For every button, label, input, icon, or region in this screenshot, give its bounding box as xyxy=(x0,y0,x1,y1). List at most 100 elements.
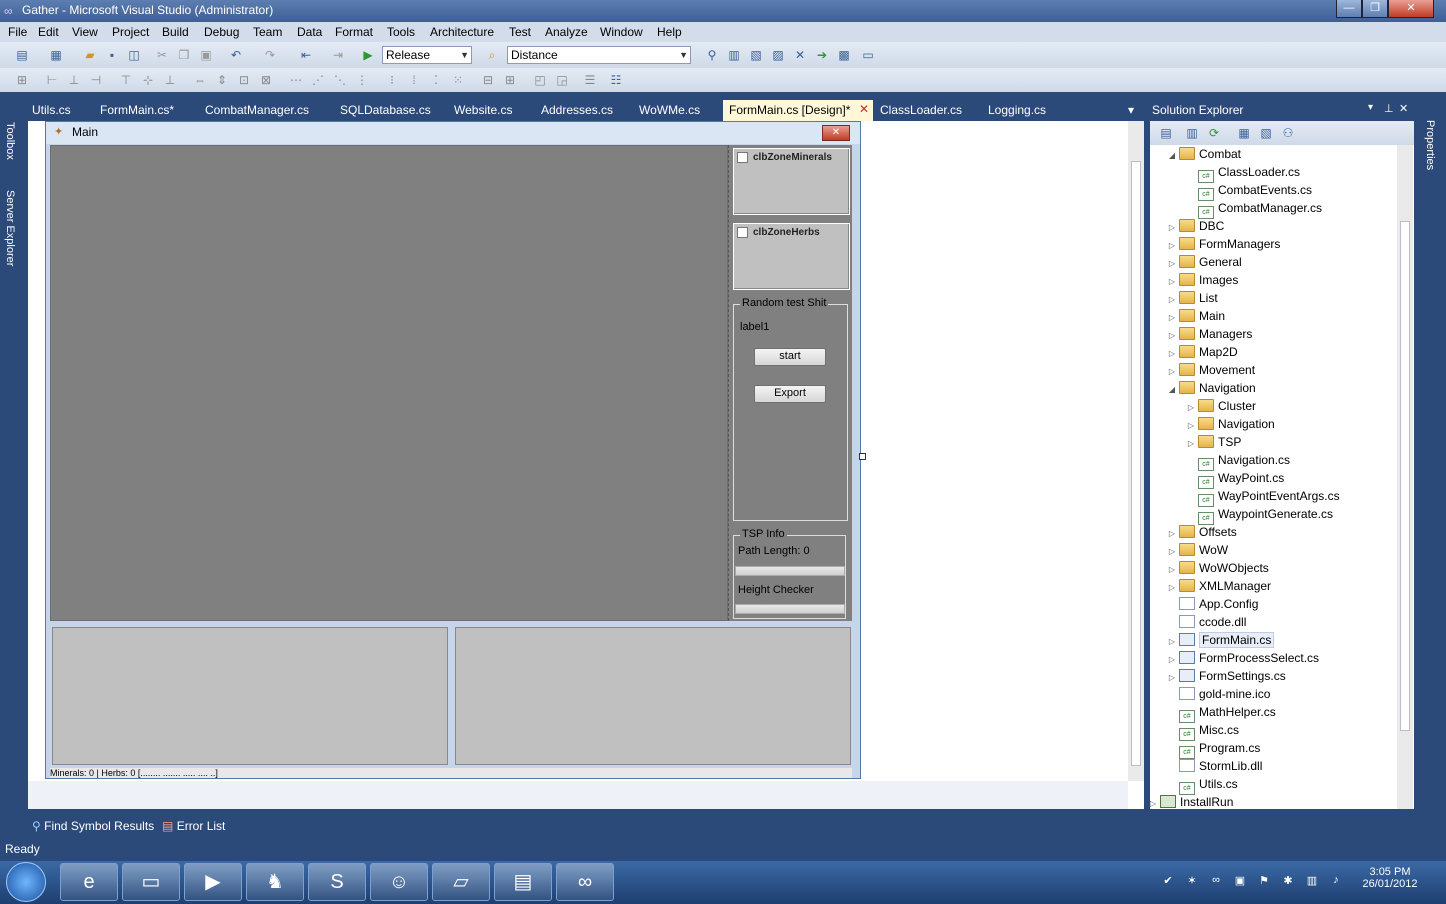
open-file-icon[interactable]: ▰ xyxy=(82,47,98,63)
object-browser-icon[interactable]: ▨ xyxy=(770,47,786,63)
tree-node[interactable]: c# MathHelper.cs xyxy=(1165,703,1276,723)
random-test-groupbox[interactable]: Random test Shit label1 start Export xyxy=(733,297,848,521)
expanded-arrow-icon[interactable]: ◢ xyxy=(1165,381,1179,399)
tree-node[interactable]: ccode.dll xyxy=(1165,613,1246,631)
toolbox-icon[interactable]: ✕ xyxy=(792,47,808,63)
bottom-right-panel[interactable] xyxy=(455,627,851,765)
menu-debug[interactable]: Debug xyxy=(204,25,239,39)
tree-node[interactable]: c# ClassLoader.cs xyxy=(1184,163,1300,183)
tree-node[interactable]: c# Utils.cs xyxy=(1165,775,1238,795)
tray-volume-icon[interactable]: ♪ xyxy=(1328,874,1344,888)
center-horizontally-icon[interactable]: ⊟ xyxy=(480,72,496,88)
tree-node[interactable]: ▷ Main xyxy=(1165,307,1225,325)
copy-icon[interactable]: ❐ xyxy=(176,47,192,63)
tab-website[interactable]: Website.cs xyxy=(454,103,512,117)
dropdown-icon[interactable]: ▾ xyxy=(1368,102,1373,113)
properties-tab[interactable]: Properties xyxy=(1424,120,1436,170)
menu-test[interactable]: Test xyxy=(509,25,531,39)
navigate-forward-icon[interactable]: ⇥ xyxy=(330,47,346,63)
decrease-vertical-spacing-icon[interactable]: ⁚ xyxy=(428,72,444,88)
tree-node[interactable]: ▷ Movement xyxy=(1165,361,1255,379)
remove-horizontal-spacing-icon[interactable]: ⋮ xyxy=(354,72,370,88)
tree-node[interactable]: ▷ DBC xyxy=(1165,217,1224,235)
menu-file[interactable]: File xyxy=(8,25,27,39)
map-panel[interactable] xyxy=(50,145,728,621)
tree-node[interactable]: ▷ Cluster xyxy=(1184,397,1256,415)
clb-zone-herbs[interactable]: clbZoneHerbs xyxy=(733,223,850,290)
tray-monitor-icon[interactable]: ▣ xyxy=(1232,874,1248,888)
error-list-tab[interactable]: ▤ Error List xyxy=(162,815,252,837)
tree-node[interactable]: ▷ TSP xyxy=(1184,433,1241,451)
expanded-arrow-icon[interactable]: ◢ xyxy=(1165,147,1179,165)
align-lefts-icon[interactable]: ⊢ xyxy=(44,72,60,88)
align-bottoms-icon[interactable]: ⊥ xyxy=(162,72,178,88)
document-vertical-scrollbar[interactable] xyxy=(1128,121,1144,781)
messenger-icon[interactable]: ☺ xyxy=(370,863,428,901)
menu-tools[interactable]: Tools xyxy=(387,25,415,39)
tree-node[interactable]: ▷ List xyxy=(1165,289,1218,307)
tree-node[interactable]: ▷ Navigation xyxy=(1184,415,1275,433)
lock-controls-icon[interactable]: ☰ xyxy=(582,72,598,88)
tray-flag-icon[interactable]: ⚑ xyxy=(1256,874,1272,888)
close-button[interactable]: ✕ xyxy=(1388,0,1434,18)
menu-help[interactable]: Help xyxy=(657,25,682,39)
toolbox-tab[interactable]: Toolbox xyxy=(4,122,16,160)
view-code-icon[interactable]: ▦ xyxy=(1236,125,1252,141)
tray-app-icon[interactable]: ✶ xyxy=(1184,874,1200,888)
menu-analyze[interactable]: Analyze xyxy=(545,25,588,39)
clb-zone-minerals[interactable]: clbZoneMinerals xyxy=(733,148,850,215)
undo-icon[interactable]: ↶ xyxy=(228,47,244,63)
increase-vertical-spacing-icon[interactable]: ⁞ xyxy=(406,72,422,88)
size-to-grid-icon[interactable]: ⊠ xyxy=(258,72,274,88)
view-designer-icon[interactable]: ▧ xyxy=(1258,125,1274,141)
cut-icon[interactable]: ✂ xyxy=(154,47,170,63)
tree-node[interactable]: c# CombatEvents.cs xyxy=(1184,181,1312,201)
tree-node[interactable]: ◢ Combat xyxy=(1165,145,1241,163)
tab-combatmanager[interactable]: CombatManager.cs xyxy=(205,103,309,117)
file-explorer-icon[interactable]: ▭ xyxy=(122,863,180,901)
tab-sqldatabase[interactable]: SQLDatabase.cs xyxy=(340,103,431,117)
notepad-icon[interactable]: ▱ xyxy=(432,863,490,901)
tree-node[interactable]: ◢ Navigation xyxy=(1165,379,1256,397)
tray-shield-icon[interactable]: ✔ xyxy=(1160,874,1176,888)
start-page-icon[interactable]: ➔ xyxy=(814,47,830,63)
align-centers-icon[interactable]: ⊥ xyxy=(66,72,82,88)
tree-node[interactable]: ▷ Offsets xyxy=(1165,523,1237,541)
bring-to-front-icon[interactable]: ◰ xyxy=(532,72,548,88)
start-button[interactable]: start xyxy=(754,348,826,366)
start-button[interactable] xyxy=(6,862,46,902)
horizontal-spacing-icon[interactable]: ⋯ xyxy=(288,72,304,88)
new-project-icon[interactable]: ▤ xyxy=(14,47,30,63)
tree-node[interactable]: c# WaypointGenerate.cs xyxy=(1184,505,1333,525)
tree-node[interactable]: c# WayPointEventArgs.cs xyxy=(1184,487,1340,507)
properties-icon[interactable]: ▧ xyxy=(748,47,764,63)
send-to-back-icon[interactable]: ◲ xyxy=(554,72,570,88)
server-explorer-tab[interactable]: Server Explorer xyxy=(4,190,16,266)
make-same-height-icon[interactable]: ⇕ xyxy=(214,72,230,88)
increase-horizontal-spacing-icon[interactable]: ⋰ xyxy=(310,72,326,88)
add-item-icon[interactable]: ▦ xyxy=(48,47,64,63)
close-tab-icon[interactable]: ✕ xyxy=(859,102,869,116)
export-button[interactable]: Export xyxy=(754,385,826,403)
center-vertically-icon[interactable]: ⊞ xyxy=(502,72,518,88)
maximize-button[interactable]: ❐ xyxy=(1362,0,1388,18)
tree-node[interactable]: gold-mine.ico xyxy=(1165,685,1270,703)
pin-icon[interactable]: ⊥ xyxy=(1384,102,1394,115)
close-panel-icon[interactable]: ✕ xyxy=(1399,102,1408,115)
find-symbol-results-tab[interactable]: ⚲ Find Symbol Results xyxy=(28,815,158,837)
minimize-button[interactable]: — xyxy=(1336,0,1362,18)
vertical-spacing-icon[interactable]: ⁝ xyxy=(384,72,400,88)
menu-architecture[interactable]: Architecture xyxy=(430,25,494,39)
right-side-panel[interactable]: clbZoneMinerals clbZoneHerbs Random test… xyxy=(728,145,852,621)
tree-node[interactable]: ▷ FormProcessSelect.cs xyxy=(1165,649,1319,667)
align-rights-icon[interactable]: ⊣ xyxy=(88,72,104,88)
internet-explorer-icon[interactable]: e xyxy=(60,863,118,901)
tab-overflow-icon[interactable]: ▾ xyxy=(1128,103,1134,117)
save-all-icon[interactable]: ◫ xyxy=(126,47,142,63)
menu-window[interactable]: Window xyxy=(600,25,643,39)
align-middles-icon[interactable]: ⊹ xyxy=(140,72,156,88)
tab-addresses[interactable]: Addresses.cs xyxy=(541,103,613,117)
tab-utils[interactable]: Utils.cs xyxy=(32,103,71,117)
refresh-icon[interactable]: ⟳ xyxy=(1206,125,1222,141)
find-icon[interactable]: ⚲ xyxy=(704,47,720,63)
